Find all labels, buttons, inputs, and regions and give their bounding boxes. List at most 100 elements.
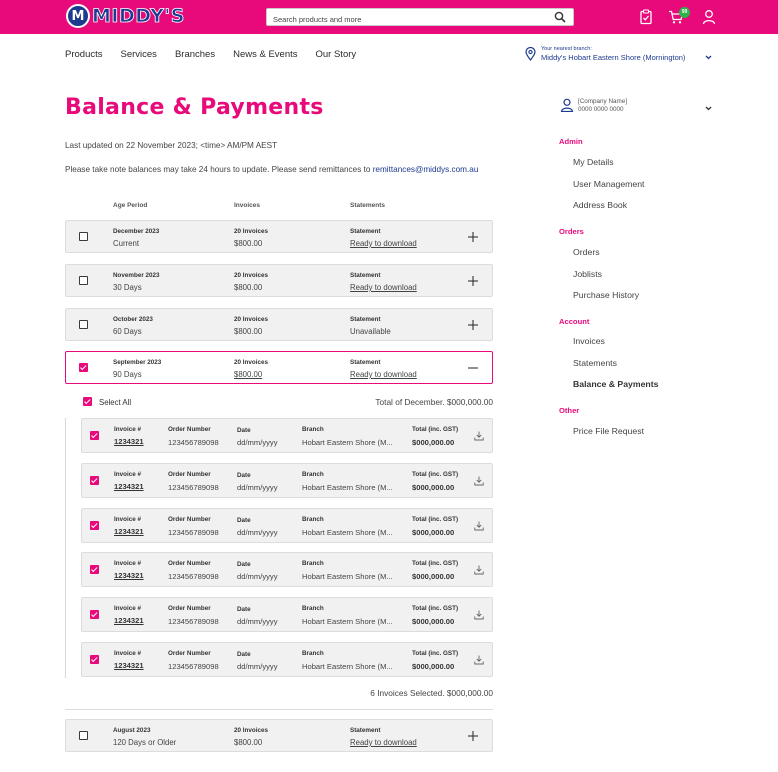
nav-news-events[interactable]: News & Events bbox=[233, 49, 297, 60]
top-header-bar: M MIDDY'S 99 bbox=[0, 0, 778, 34]
note-text: Please take note balances may take 24 ho… bbox=[65, 165, 373, 174]
company-name: [Company Name] bbox=[578, 98, 627, 105]
row-checkbox[interactable] bbox=[79, 232, 88, 241]
expand-icon[interactable] bbox=[468, 276, 478, 286]
middys-logo[interactable]: M MIDDY'S bbox=[66, 4, 185, 28]
company-number: 0000 0000 0000 bbox=[578, 106, 624, 113]
age-period-month: October 2023 bbox=[113, 316, 153, 323]
invoice-branch: Hobart Eastern Shore (M... bbox=[302, 527, 393, 537]
order-number: 123456789098 bbox=[168, 617, 219, 627]
row-checkbox[interactable] bbox=[79, 276, 88, 285]
invoice-branch: Hobart Eastern Shore (M... bbox=[302, 438, 393, 447]
invoice-count: 20 Invoices bbox=[234, 272, 268, 279]
download-icon[interactable] bbox=[474, 610, 484, 620]
statement-row[interactable]: August 2023 120 Days or Older 20 Invoices $… bbox=[65, 719, 493, 752]
row-checkbox[interactable] bbox=[79, 731, 88, 740]
statement-row[interactable]: September 2023 90 Days 20 Invoices $800.00 S… bbox=[65, 351, 493, 384]
select-all-checkbox[interactable] bbox=[83, 397, 92, 406]
total-label: Total (inc. GST) bbox=[412, 470, 459, 478]
branch-label: Branch bbox=[302, 426, 324, 433]
logo-text: MIDDY'S bbox=[92, 5, 185, 28]
page-title: Balance & Payments bbox=[65, 95, 324, 120]
nav-services[interactable]: Services bbox=[121, 49, 157, 60]
statement-row[interactable]: November 2023 30 Days 20 Invoices $800.00 St… bbox=[65, 264, 493, 297]
main-nav: Products Services Branches News & Events… bbox=[65, 49, 374, 60]
statement-status[interactable]: Ready to download bbox=[350, 283, 417, 292]
sidebar-item-address-book[interactable]: Address Book bbox=[573, 200, 627, 210]
invoice-amount: $800.00 bbox=[234, 239, 263, 248]
invoice-checkbox[interactable] bbox=[90, 610, 99, 620]
remittance-email-link[interactable]: remittances@middys.com.au bbox=[373, 165, 479, 174]
search-input[interactable] bbox=[267, 11, 537, 28]
invoice-number-link[interactable]: 1234321 bbox=[114, 571, 144, 580]
sidebar-item-statements[interactable]: Statements bbox=[573, 358, 617, 368]
invoice-number-link[interactable]: 1234321 bbox=[114, 527, 144, 536]
age-period-days: 120 Days or Older bbox=[113, 738, 177, 747]
sidebar-item-purchase-history[interactable]: Purchase History bbox=[573, 290, 639, 300]
nav-branches[interactable]: Branches bbox=[175, 49, 215, 60]
expand-icon[interactable] bbox=[468, 320, 478, 330]
invoice-checkbox[interactable] bbox=[90, 475, 99, 485]
statement-row[interactable]: October 2023 60 Days 20 Invoices $800.00 Sta… bbox=[65, 308, 493, 341]
age-period-days: 90 Days bbox=[113, 370, 142, 379]
nav-products[interactable]: Products bbox=[65, 49, 103, 60]
location-pin-icon bbox=[525, 47, 536, 61]
row-checkbox[interactable] bbox=[79, 363, 88, 372]
branch-label: Branch bbox=[302, 515, 324, 523]
sidebar-item-balance-payments[interactable]: Balance & Payments bbox=[573, 379, 658, 389]
download-icon[interactable] bbox=[474, 431, 484, 441]
order-number: 123456789098 bbox=[168, 482, 219, 492]
invoice-number-link[interactable]: 1234321 bbox=[114, 616, 144, 625]
expand-icon[interactable] bbox=[468, 232, 478, 242]
nav-our-story[interactable]: Our Story bbox=[316, 49, 357, 60]
statement-label: Statement bbox=[350, 359, 381, 366]
order-number: 123456789098 bbox=[168, 662, 219, 671]
invoice-checkbox[interactable] bbox=[90, 520, 99, 530]
sidebar-item-price-file-request[interactable]: Price File Request bbox=[573, 426, 644, 436]
sidebar-item-orders[interactable]: Orders bbox=[573, 247, 600, 257]
total-label: Total (inc. GST) bbox=[412, 605, 459, 613]
invoice-date: dd/mm/yyyy bbox=[237, 617, 278, 627]
download-icon[interactable] bbox=[474, 565, 484, 575]
invoice-total: $000,000.00 bbox=[412, 662, 455, 671]
search-icon[interactable] bbox=[554, 11, 566, 23]
statement-row[interactable]: December 2023 Current 20 Invoices $800.00 St… bbox=[65, 220, 493, 253]
download-icon[interactable] bbox=[474, 655, 484, 665]
statement-status[interactable]: Ready to download bbox=[350, 738, 417, 747]
invoice-number-link[interactable]: 1234321 bbox=[114, 482, 144, 491]
user-icon[interactable] bbox=[701, 9, 717, 25]
invoice-number-label: Invoice # bbox=[114, 470, 141, 478]
invoice-checkbox[interactable] bbox=[90, 655, 99, 664]
collapse-icon[interactable] bbox=[468, 363, 478, 373]
sidebar-item-user-management[interactable]: User Management bbox=[573, 179, 644, 189]
row-checkbox[interactable] bbox=[79, 320, 88, 329]
invoice-checkbox[interactable] bbox=[90, 431, 99, 440]
sidebar-item-my-details[interactable]: My Details bbox=[573, 157, 614, 167]
order-number: 123456789098 bbox=[168, 527, 219, 537]
invoice-count: 20 Invoices bbox=[234, 316, 268, 323]
statement-status[interactable]: Ready to download bbox=[350, 370, 417, 379]
download-icon[interactable] bbox=[474, 476, 484, 486]
sidebar-item-joblists[interactable]: Joblists bbox=[573, 269, 602, 279]
invoice-number-link[interactable]: 1234321 bbox=[114, 437, 144, 446]
statement-label: Statement bbox=[350, 228, 381, 235]
sidebar-item-invoices[interactable]: Invoices bbox=[573, 336, 605, 346]
invoice-checkbox[interactable] bbox=[90, 565, 99, 575]
expand-icon[interactable] bbox=[468, 731, 478, 741]
search-bar bbox=[266, 8, 574, 28]
age-period-days: 60 Days bbox=[113, 327, 142, 336]
checklist-icon[interactable] bbox=[638, 9, 654, 25]
invoice-number-link[interactable]: 1234321 bbox=[114, 661, 144, 670]
invoice-total: $000,000.00 bbox=[412, 482, 455, 492]
date-label: Date bbox=[237, 471, 251, 479]
account-user-icon bbox=[560, 98, 574, 112]
remittance-note: Please take note balances may take 24 ho… bbox=[65, 165, 478, 174]
invoice-row: Invoice # 1234321 Order Number 123456789098… bbox=[81, 552, 493, 588]
statement-status[interactable]: Ready to download bbox=[350, 239, 417, 248]
download-icon[interactable] bbox=[474, 521, 484, 531]
total-label: Total (inc. GST) bbox=[412, 650, 459, 657]
invoice-row: Invoice # 1234321 Order Number 123456789098… bbox=[81, 462, 493, 498]
order-number: 123456789098 bbox=[168, 438, 219, 447]
invoice-date: dd/mm/yyyy bbox=[237, 662, 278, 671]
statement-label: Statement bbox=[350, 727, 381, 734]
